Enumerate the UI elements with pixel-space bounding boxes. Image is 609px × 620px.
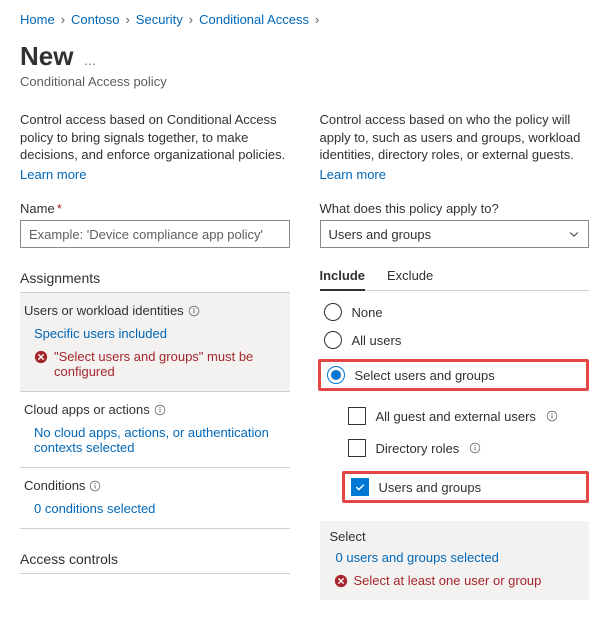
radio-icon xyxy=(327,366,345,384)
error-icon xyxy=(334,574,348,588)
radio-all-users-label: All users xyxy=(352,333,402,348)
right-column: Control access based on who the policy w… xyxy=(320,111,590,600)
apply-to-select[interactable]: Users and groups xyxy=(320,220,590,248)
users-identities-error: "Select users and groups" must be config… xyxy=(24,349,286,379)
more-button[interactable]: … xyxy=(83,53,97,68)
radio-none[interactable]: None xyxy=(324,303,590,321)
cloud-apps-link[interactable]: No cloud apps, actions, or authenticatio… xyxy=(24,425,286,455)
info-icon[interactable] xyxy=(546,410,558,422)
chevron-right-icon: › xyxy=(125,12,129,27)
radio-select-label: Select users and groups xyxy=(355,368,495,383)
error-icon xyxy=(34,350,48,364)
chevron-down-icon xyxy=(568,228,580,240)
radio-icon xyxy=(324,331,342,349)
right-description: Control access based on who the policy w… xyxy=(320,111,590,183)
apply-to-label: What does this policy apply to? xyxy=(320,201,590,216)
required-asterisk: * xyxy=(57,201,62,216)
assignments-heading: Assignments xyxy=(20,270,290,293)
breadcrumb-link-home[interactable]: Home xyxy=(20,12,55,27)
select-panel-error: Select at least one user or group xyxy=(330,573,580,588)
users-identities-item[interactable]: Users or workload identities Specific us… xyxy=(20,293,290,392)
checkbox-guest-users[interactable]: All guest and external users xyxy=(348,407,590,425)
users-identities-title: Users or workload identities xyxy=(24,303,184,318)
learn-more-link[interactable]: Learn more xyxy=(320,166,386,184)
info-icon[interactable] xyxy=(188,305,200,317)
chevron-right-icon: › xyxy=(61,12,65,27)
left-column: Control access based on Conditional Acce… xyxy=(20,111,290,600)
left-description-text: Control access based on Conditional Acce… xyxy=(20,112,285,162)
radio-all-users[interactable]: All users xyxy=(324,331,590,349)
name-label: Name* xyxy=(20,201,290,216)
conditions-link[interactable]: 0 conditions selected xyxy=(24,501,286,516)
right-description-text: Control access based on who the policy w… xyxy=(320,112,581,162)
radio-none-label: None xyxy=(352,305,383,320)
access-controls-heading: Access controls xyxy=(20,551,290,574)
breadcrumb-link-conditional-access[interactable]: Conditional Access xyxy=(199,12,309,27)
radio-icon xyxy=(324,303,342,321)
checkbox-directory-roles[interactable]: Directory roles xyxy=(348,439,590,457)
info-icon[interactable] xyxy=(469,442,481,454)
chevron-right-icon: › xyxy=(315,12,319,27)
select-panel: Select 0 users and groups selected Selec… xyxy=(320,521,590,600)
learn-more-link[interactable]: Learn more xyxy=(20,166,86,184)
left-description: Control access based on Conditional Acce… xyxy=(20,111,290,183)
checkbox-directory-label: Directory roles xyxy=(376,441,460,456)
cloud-apps-title: Cloud apps or actions xyxy=(24,402,150,417)
chevron-right-icon: › xyxy=(189,12,193,27)
checkbox-guest-label: All guest and external users xyxy=(376,409,536,424)
tab-include[interactable]: Include xyxy=(320,262,366,291)
include-exclude-tabs: Include Exclude xyxy=(320,262,590,291)
checkbox-icon xyxy=(348,407,366,425)
page-subtitle: Conditional Access policy xyxy=(20,74,589,89)
checkbox-users-groups-label: Users and groups xyxy=(379,480,482,495)
breadcrumb: Home › Contoso › Security › Conditional … xyxy=(20,12,589,27)
select-panel-link[interactable]: 0 users and groups selected xyxy=(330,550,580,565)
checkbox-users-and-groups[interactable]: Users and groups xyxy=(342,471,590,503)
page-title: New xyxy=(20,41,73,72)
select-panel-heading: Select xyxy=(330,529,580,544)
apply-to-value: Users and groups xyxy=(329,227,432,242)
info-icon[interactable] xyxy=(154,404,166,416)
conditions-item[interactable]: Conditions 0 conditions selected xyxy=(20,468,290,529)
checkbox-icon xyxy=(351,478,369,496)
include-radio-group: None All users Select users and groups xyxy=(320,303,590,391)
checkbox-icon xyxy=(348,439,366,457)
breadcrumb-link-security[interactable]: Security xyxy=(136,12,183,27)
radio-select-users-groups[interactable]: Select users and groups xyxy=(318,359,590,391)
breadcrumb-link-tenant[interactable]: Contoso xyxy=(71,12,119,27)
cloud-apps-item[interactable]: Cloud apps or actions No cloud apps, act… xyxy=(20,392,290,468)
checkmark-icon xyxy=(354,481,366,493)
users-identities-link[interactable]: Specific users included xyxy=(24,326,286,341)
conditions-title: Conditions xyxy=(24,478,85,493)
name-input[interactable] xyxy=(20,220,290,248)
info-icon[interactable] xyxy=(89,480,101,492)
tab-exclude[interactable]: Exclude xyxy=(387,262,433,290)
select-subgroup: All guest and external users Directory r… xyxy=(320,407,590,503)
